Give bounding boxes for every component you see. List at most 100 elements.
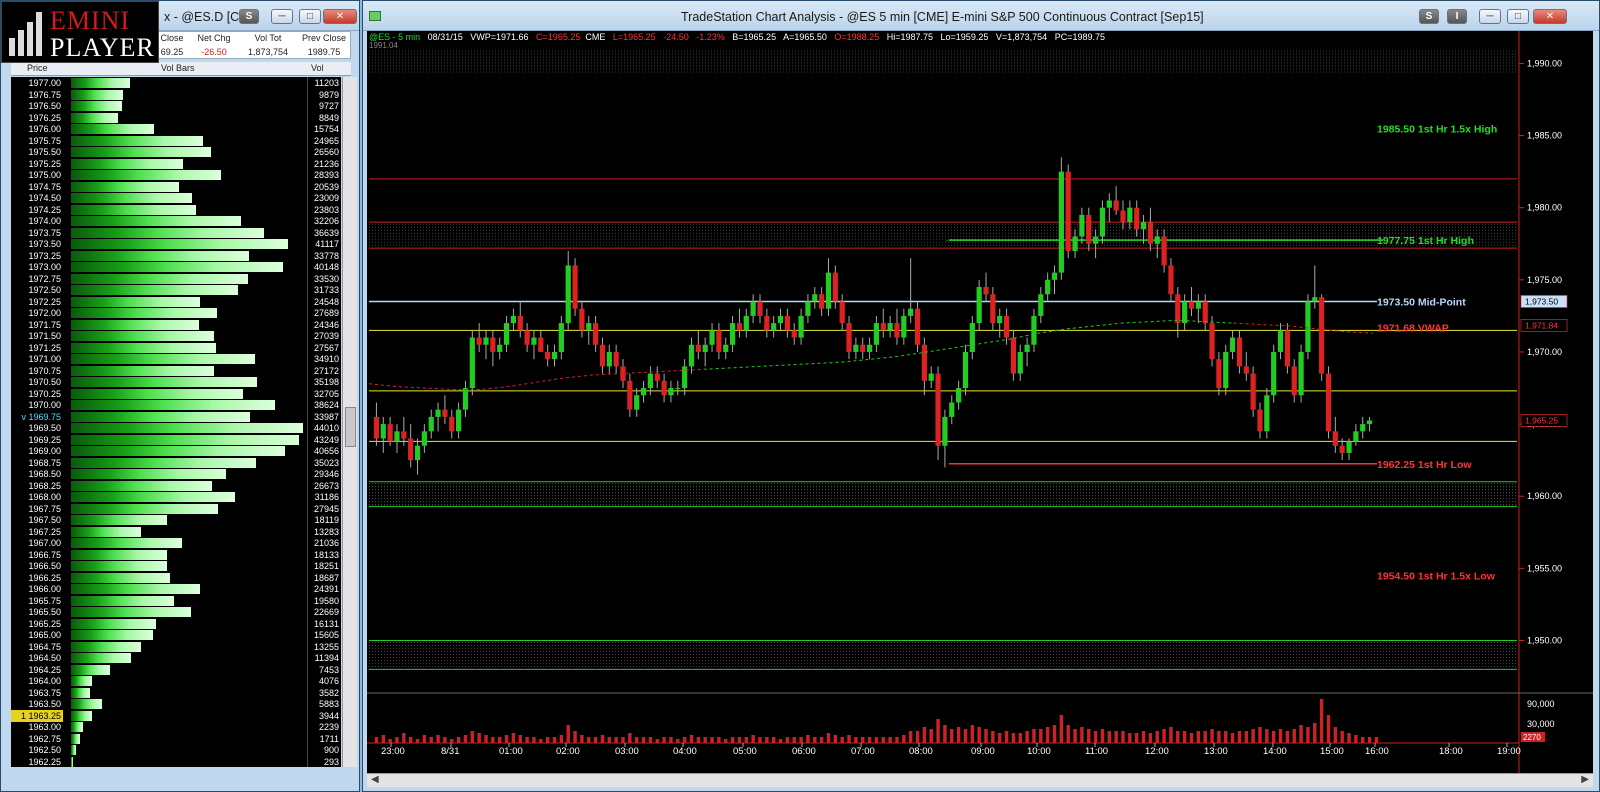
ladder-price: 1964.25 (28, 664, 61, 675)
ladder-row[interactable]: 1963.75 3582 (11, 686, 341, 699)
ladder-row[interactable]: 1968.50 29346 (11, 468, 341, 480)
ladder-row[interactable]: 1976.00 15754 (11, 123, 341, 135)
column-header-vol-bars[interactable]: Vol Bars (161, 63, 195, 73)
candle-up (1277, 330, 1284, 352)
ladder-row[interactable]: 1973.50 41117 (11, 238, 341, 250)
ladder-row[interactable]: 1970.50 35198 (11, 376, 341, 388)
ladder-row[interactable]: 1975.50 26560 (11, 146, 341, 158)
ladder-row[interactable]: 1974.25 23803 (11, 203, 341, 216)
chart-titlebar[interactable]: TradeStation Chart Analysis - @ES 5 min … (363, 1, 1599, 31)
ladder-row[interactable]: 1965.25 16131 (11, 617, 341, 630)
scroll-right-arrow-icon[interactable]: ▶ (1581, 774, 1589, 785)
ladder-row[interactable]: 1969.00 40656 (11, 445, 341, 457)
ladder-row[interactable]: 1965.75 19580 (11, 594, 341, 607)
ladder-row[interactable]: 1968.00 31186 (11, 491, 341, 503)
ladder-row[interactable]: 1971.50 27039 (11, 330, 341, 342)
ladder-row[interactable]: 1964.00 4076 (11, 675, 341, 687)
ladder-row[interactable]: 1969.50 44010 (11, 422, 341, 434)
ladder-row[interactable]: 1973.25 33778 (11, 249, 341, 262)
column-header-price[interactable]: Price (27, 63, 48, 73)
ladder-row[interactable]: 1962.25 293 (11, 755, 341, 767)
chart-i-menu-button[interactable]: I (1447, 9, 1467, 24)
ladder-row[interactable]: 1972.75 33530 (11, 272, 341, 285)
ladder-row[interactable]: 1968.75 35023 (11, 456, 341, 469)
ladder-row[interactable]: 1976.50 9727 (11, 100, 341, 112)
ladder-row[interactable]: 1963.00 2239 (11, 721, 341, 733)
candle-up (908, 308, 914, 316)
ladder-row[interactable]: 1963.50 5883 (11, 698, 341, 710)
ladder-row[interactable]: v 1969.75 33987 (11, 410, 341, 423)
minimize-button[interactable]: ─ (271, 9, 293, 24)
ladder-row[interactable]: 1964.75 13255 (11, 640, 341, 653)
ladder-row[interactable]: 1974.50 23009 (11, 192, 341, 204)
ladder-row[interactable]: 1970.75 27172 (11, 364, 341, 377)
ladder-row[interactable]: 1964.50 11394 (11, 652, 341, 664)
ladder-vol: 43249 (307, 433, 341, 446)
ladder-row[interactable]: 1974.75 20539 (11, 180, 341, 193)
chart-s-menu-button[interactable]: S (1419, 9, 1439, 24)
ladder-price: 1965.25 (28, 618, 61, 629)
ladder-price: 1965.00 (28, 630, 61, 640)
ladder-row[interactable]: 1967.50 18119 (11, 514, 341, 526)
candle-up (551, 351, 558, 360)
ladder-row[interactable]: 1965.00 15605 (11, 629, 341, 641)
chart-close-button[interactable]: ✕ (1533, 9, 1567, 24)
time-axis-label: 06:00 (792, 746, 816, 757)
ladder-row[interactable]: 1971.00 34910 (11, 353, 341, 365)
ladder-row[interactable]: 1962.50 900 (11, 744, 341, 756)
ladder-row[interactable]: 1971.75 24346 (11, 318, 341, 331)
ladder-scrollbar-thumb[interactable] (345, 407, 356, 447)
candle-down (791, 330, 797, 338)
ladder-row[interactable]: 1971.25 27567 (11, 341, 341, 354)
ladder-row[interactable]: 1967.00 21036 (11, 537, 341, 549)
column-header-vol[interactable]: Vol (311, 63, 324, 73)
ladder-price: 1973.25 (28, 250, 61, 261)
ladder-row[interactable]: 1968.25 26673 (11, 479, 341, 492)
close-button[interactable]: ✕ (323, 9, 357, 24)
ladder-row[interactable]: 1973.00 40148 (11, 261, 341, 273)
time-axis-label: 15:00 (1320, 746, 1344, 757)
time-axis-label: 04:00 (673, 746, 697, 757)
maximize-button[interactable]: □ (299, 9, 321, 24)
ladder-row[interactable]: 1975.75 24965 (11, 134, 341, 147)
candle-down (1325, 373, 1332, 432)
ladder-row[interactable]: 1977.00 11203 (11, 77, 341, 89)
ladder-row[interactable]: 1965.50 22669 (11, 606, 341, 618)
ladder-row[interactable]: 1964.25 7453 (11, 663, 341, 676)
ladder-row[interactable]: 1973.75 36639 (11, 226, 341, 239)
ladder-row[interactable]: 1966.25 18687 (11, 571, 341, 584)
ladder-row[interactable]: 1970.00 38624 (11, 399, 341, 411)
ladder-row[interactable]: 1972.25 24548 (11, 295, 341, 308)
chart-horizontal-scrollbar[interactable]: ◀ ▶ (367, 773, 1593, 787)
ladder-vol: 3944 (307, 709, 341, 722)
ladder-row[interactable]: 1976.75 9879 (11, 88, 341, 101)
ladder-row[interactable]: 1975.00 28393 (11, 169, 341, 181)
ladder-row[interactable]: 1966.00 24391 (11, 583, 341, 595)
ladder-row[interactable]: 1970.25 32705 (11, 387, 341, 400)
ladder-row[interactable]: 1972.00 27689 (11, 307, 341, 319)
ladder-row[interactable]: 1975.25 21236 (11, 157, 341, 170)
ladder-vol: 40656 (307, 445, 341, 457)
scroll-left-arrow-icon[interactable]: ◀ (371, 774, 379, 785)
ladder-row[interactable]: 1 1963.25 3944 (11, 709, 341, 722)
candle-down (764, 315, 770, 331)
ladder-row[interactable]: 1972.50 31733 (11, 284, 341, 296)
candle-down (880, 323, 886, 331)
ladder-scrollbar[interactable] (342, 77, 357, 767)
ladder-row[interactable]: 1976.25 8849 (11, 111, 341, 124)
s-menu-button[interactable]: S (239, 9, 259, 24)
ladder-row[interactable]: 1966.50 18251 (11, 560, 341, 572)
ladder-row[interactable]: 1969.25 43249 (11, 433, 341, 446)
ladder-row[interactable]: 1967.25 13283 (11, 525, 341, 538)
volume-profile-ladder[interactable]: 1977.00 11203 1976.75 9879 1976.50 9727 1976.2… (11, 77, 341, 767)
candle-up (1031, 315, 1037, 345)
chart-minimize-button[interactable]: ─ (1479, 9, 1501, 24)
ladder-row[interactable]: 1966.75 18133 (11, 548, 341, 561)
chart-maximize-button[interactable]: □ (1507, 9, 1529, 24)
ladder-row[interactable]: 1974.00 32206 (11, 215, 341, 227)
candle-up (688, 344, 695, 367)
chart-area[interactable]: @ES - 5 min 08/31/15 VWP=1971.66 C=1965.… (367, 31, 1593, 773)
price-chart[interactable]: 1,990.00 1,985.00 1,980.00 1,975.00 1,970.00… (367, 31, 1593, 773)
ladder-row[interactable]: 1962.75 1711 (11, 732, 341, 745)
ladder-row[interactable]: 1967.75 27945 (11, 502, 341, 515)
